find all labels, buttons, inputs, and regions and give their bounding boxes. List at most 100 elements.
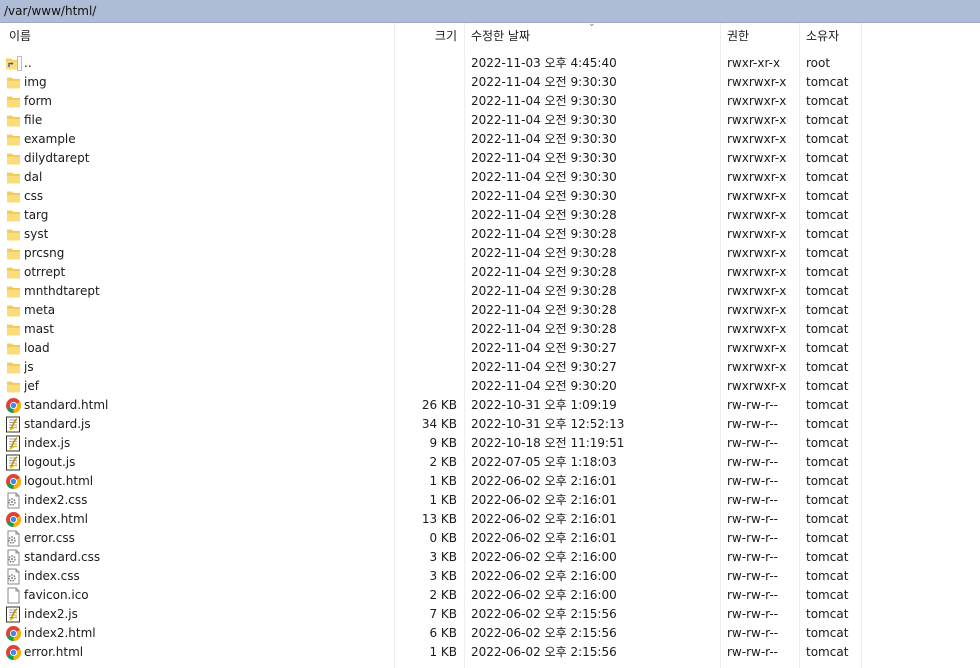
- file-size: [395, 244, 457, 263]
- file-row[interactable]: dal 2022-11-04 오전 9:30:30 rwxrwxr-x tomcat: [0, 168, 980, 187]
- folder-icon: [5, 283, 22, 300]
- file-row[interactable]: js 2022-11-04 오전 9:30:27 rwxrwxr-x tomcat: [0, 358, 980, 377]
- file-modified: 2022-11-04 오전 9:30:20: [471, 379, 617, 393]
- file-size: [395, 92, 457, 111]
- file-size: [395, 130, 457, 149]
- folder-icon: [5, 188, 22, 205]
- column-header-permissions[interactable]: 권한: [727, 23, 749, 49]
- file-name: index.js: [24, 436, 71, 450]
- file-row[interactable]: error.css 0 KB 2022-06-02 오후 2:16:01 rw-rw-…: [0, 529, 980, 548]
- chrome-html-icon: [5, 625, 22, 642]
- file-row[interactable]: example 2022-11-04 오전 9:30:30 rwxrwxr-x tom…: [0, 130, 980, 149]
- file-permissions: rwxrwxr-x: [727, 284, 787, 298]
- file-row[interactable]: load 2022-11-04 오전 9:30:27 rwxrwxr-x tomcat: [0, 339, 980, 358]
- file-row[interactable]: favicon.ico 2 KB 2022-06-02 오후 2:16:00 rw-r…: [0, 586, 980, 605]
- column-header-size[interactable]: 크기: [394, 23, 457, 49]
- column-header-name[interactable]: 이름: [9, 23, 31, 49]
- file-size: [395, 225, 457, 244]
- folder-icon: [5, 226, 22, 243]
- file-row[interactable]: mnthdtarept 2022-11-04 오전 9:30:28 rwxrwxr-…: [0, 282, 980, 301]
- file-permissions: rwxrwxr-x: [727, 208, 787, 222]
- file-size: [395, 282, 457, 301]
- file-row[interactable]: error.html 1 KB 2022-06-02 오후 2:15:56 rw-rw…: [0, 643, 980, 662]
- folder-icon: [5, 150, 22, 167]
- file-modified: 2022-07-05 오후 1:18:03: [471, 455, 617, 469]
- file-row[interactable]: .. 2022-11-03 오후 4:45:40 rwxr-xr-x root: [0, 54, 980, 73]
- folder-icon: [5, 378, 22, 395]
- file-owner: tomcat: [806, 360, 849, 374]
- file-modified: 2022-11-04 오전 9:30:30: [471, 170, 617, 184]
- file-owner: tomcat: [806, 379, 849, 393]
- file-row[interactable]: css 2022-11-04 오전 9:30:30 rwxrwxr-x tomcat: [0, 187, 980, 206]
- file-name: index2.html: [24, 626, 96, 640]
- blank-file-icon: [5, 587, 22, 604]
- file-permissions: rwxrwxr-x: [727, 303, 787, 317]
- column-header-owner[interactable]: 소유자: [806, 23, 839, 49]
- folder-icon: [5, 321, 22, 338]
- file-modified: 2022-06-02 오후 2:16:01: [471, 474, 617, 488]
- file-permissions: rwxrwxr-x: [727, 113, 787, 127]
- file-owner: tomcat: [806, 607, 849, 621]
- file-owner: tomcat: [806, 227, 849, 241]
- file-size: 1 KB: [429, 645, 457, 659]
- folder-icon: [5, 131, 22, 148]
- file-size: [395, 54, 457, 73]
- file-row[interactable]: logout.js 2 KB 2022-07-05 오후 1:18:03 rw-rw-…: [0, 453, 980, 472]
- file-name: js: [24, 360, 34, 374]
- file-name: error.css: [24, 531, 75, 545]
- chrome-html-icon: [5, 473, 22, 490]
- file-row[interactable]: index2.css 1 KB 2022-06-02 오후 2:16:01 rw-rw…: [0, 491, 980, 510]
- file-size: [395, 168, 457, 187]
- file-owner: tomcat: [806, 284, 849, 298]
- file-permissions: rw-rw-r--: [727, 626, 778, 640]
- column-header-modified[interactable]: 수정한 날짜: [471, 23, 530, 49]
- file-row[interactable]: logout.html 1 KB 2022-06-02 오후 2:16:01 rw-r…: [0, 472, 980, 491]
- file-permissions: rwxrwxr-x: [727, 360, 787, 374]
- file-permissions: rw-rw-r--: [727, 569, 778, 583]
- file-size: [395, 73, 457, 92]
- file-list[interactable]: 이름 크기 수정한 날짜 ⌄ 권한 소유자 .. 2022-11-03 오후 4:…: [0, 19, 980, 668]
- css-file-icon: [5, 530, 22, 547]
- file-modified: 2022-10-18 오전 11:19:51: [471, 436, 625, 450]
- file-owner: tomcat: [806, 303, 849, 317]
- file-row[interactable]: dilydtarept 2022-11-04 오전 9:30:30 rwxrwxr-…: [0, 149, 980, 168]
- file-row[interactable]: index.html 13 KB 2022-06-02 오후 2:16:01 rw-r…: [0, 510, 980, 529]
- file-row[interactable]: standard.js 34 KB 2022-10-31 오후 12:52:13 rw…: [0, 415, 980, 434]
- file-name: logout.js: [24, 455, 76, 469]
- file-owner: tomcat: [806, 189, 849, 203]
- file-row[interactable]: syst 2022-11-04 오전 9:30:28 rwxrwxr-x tomcat: [0, 225, 980, 244]
- file-row[interactable]: prcsng 2022-11-04 오전 9:30:28 rwxrwxr-x tomc…: [0, 244, 980, 263]
- file-row[interactable]: mast 2022-11-04 오전 9:30:28 rwxrwxr-x tomcat: [0, 320, 980, 339]
- file-row[interactable]: form 2022-11-04 오전 9:30:30 rwxrwxr-x tomcat: [0, 92, 980, 111]
- file-owner: tomcat: [806, 417, 849, 431]
- file-row[interactable]: index.css 3 KB 2022-06-02 오후 2:16:00 rw-rw-…: [0, 567, 980, 586]
- path-bar[interactable]: /var/www/html/: [0, 0, 980, 23]
- file-size: 1 KB: [429, 474, 457, 488]
- file-rows: .. 2022-11-03 오후 4:45:40 rwxr-xr-x root img 2…: [0, 54, 980, 662]
- folder-icon: [5, 93, 22, 110]
- file-modified: 2022-06-02 오후 2:15:56: [471, 607, 617, 621]
- folder-icon: [5, 169, 22, 186]
- file-name: mast: [24, 322, 54, 336]
- file-row[interactable]: img 2022-11-04 오전 9:30:30 rwxrwxr-x tomcat: [0, 73, 980, 92]
- file-row[interactable]: index2.html 6 KB 2022-06-02 오후 2:15:56 rw-r…: [0, 624, 980, 643]
- file-size: [395, 111, 457, 130]
- file-modified: 2022-10-31 오후 12:52:13: [471, 417, 625, 431]
- file-row[interactable]: meta 2022-11-04 오전 9:30:28 rwxrwxr-x tomcat: [0, 301, 980, 320]
- folder-icon: [5, 340, 22, 357]
- css-file-icon: [5, 492, 22, 509]
- file-row[interactable]: otrrept 2022-11-04 오전 9:30:28 rwxrwxr-x tom…: [0, 263, 980, 282]
- file-name: favicon.ico: [24, 588, 89, 602]
- file-modified: 2022-11-04 오전 9:30:30: [471, 94, 617, 108]
- file-modified: 2022-11-04 오전 9:30:28: [471, 227, 617, 241]
- file-row[interactable]: targ 2022-11-04 오전 9:30:28 rwxrwxr-x tomcat: [0, 206, 980, 225]
- file-row[interactable]: index.js 9 KB 2022-10-18 오전 11:19:51 rw-rw-…: [0, 434, 980, 453]
- file-row[interactable]: index2.js 7 KB 2022-06-02 오후 2:15:56 rw-rw-…: [0, 605, 980, 624]
- file-row[interactable]: file 2022-11-04 오전 9:30:30 rwxrwxr-x tomcat: [0, 111, 980, 130]
- file-row[interactable]: standard.html 26 KB 2022-10-31 오후 1:09:19 r…: [0, 396, 980, 415]
- file-row[interactable]: standard.css 3 KB 2022-06-02 오후 2:16:00 rw-…: [0, 548, 980, 567]
- file-permissions: rwxrwxr-x: [727, 227, 787, 241]
- file-row[interactable]: jef 2022-11-04 오전 9:30:20 rwxrwxr-x tomcat: [0, 377, 980, 396]
- script-file-icon: [5, 606, 22, 623]
- file-owner: tomcat: [806, 132, 849, 146]
